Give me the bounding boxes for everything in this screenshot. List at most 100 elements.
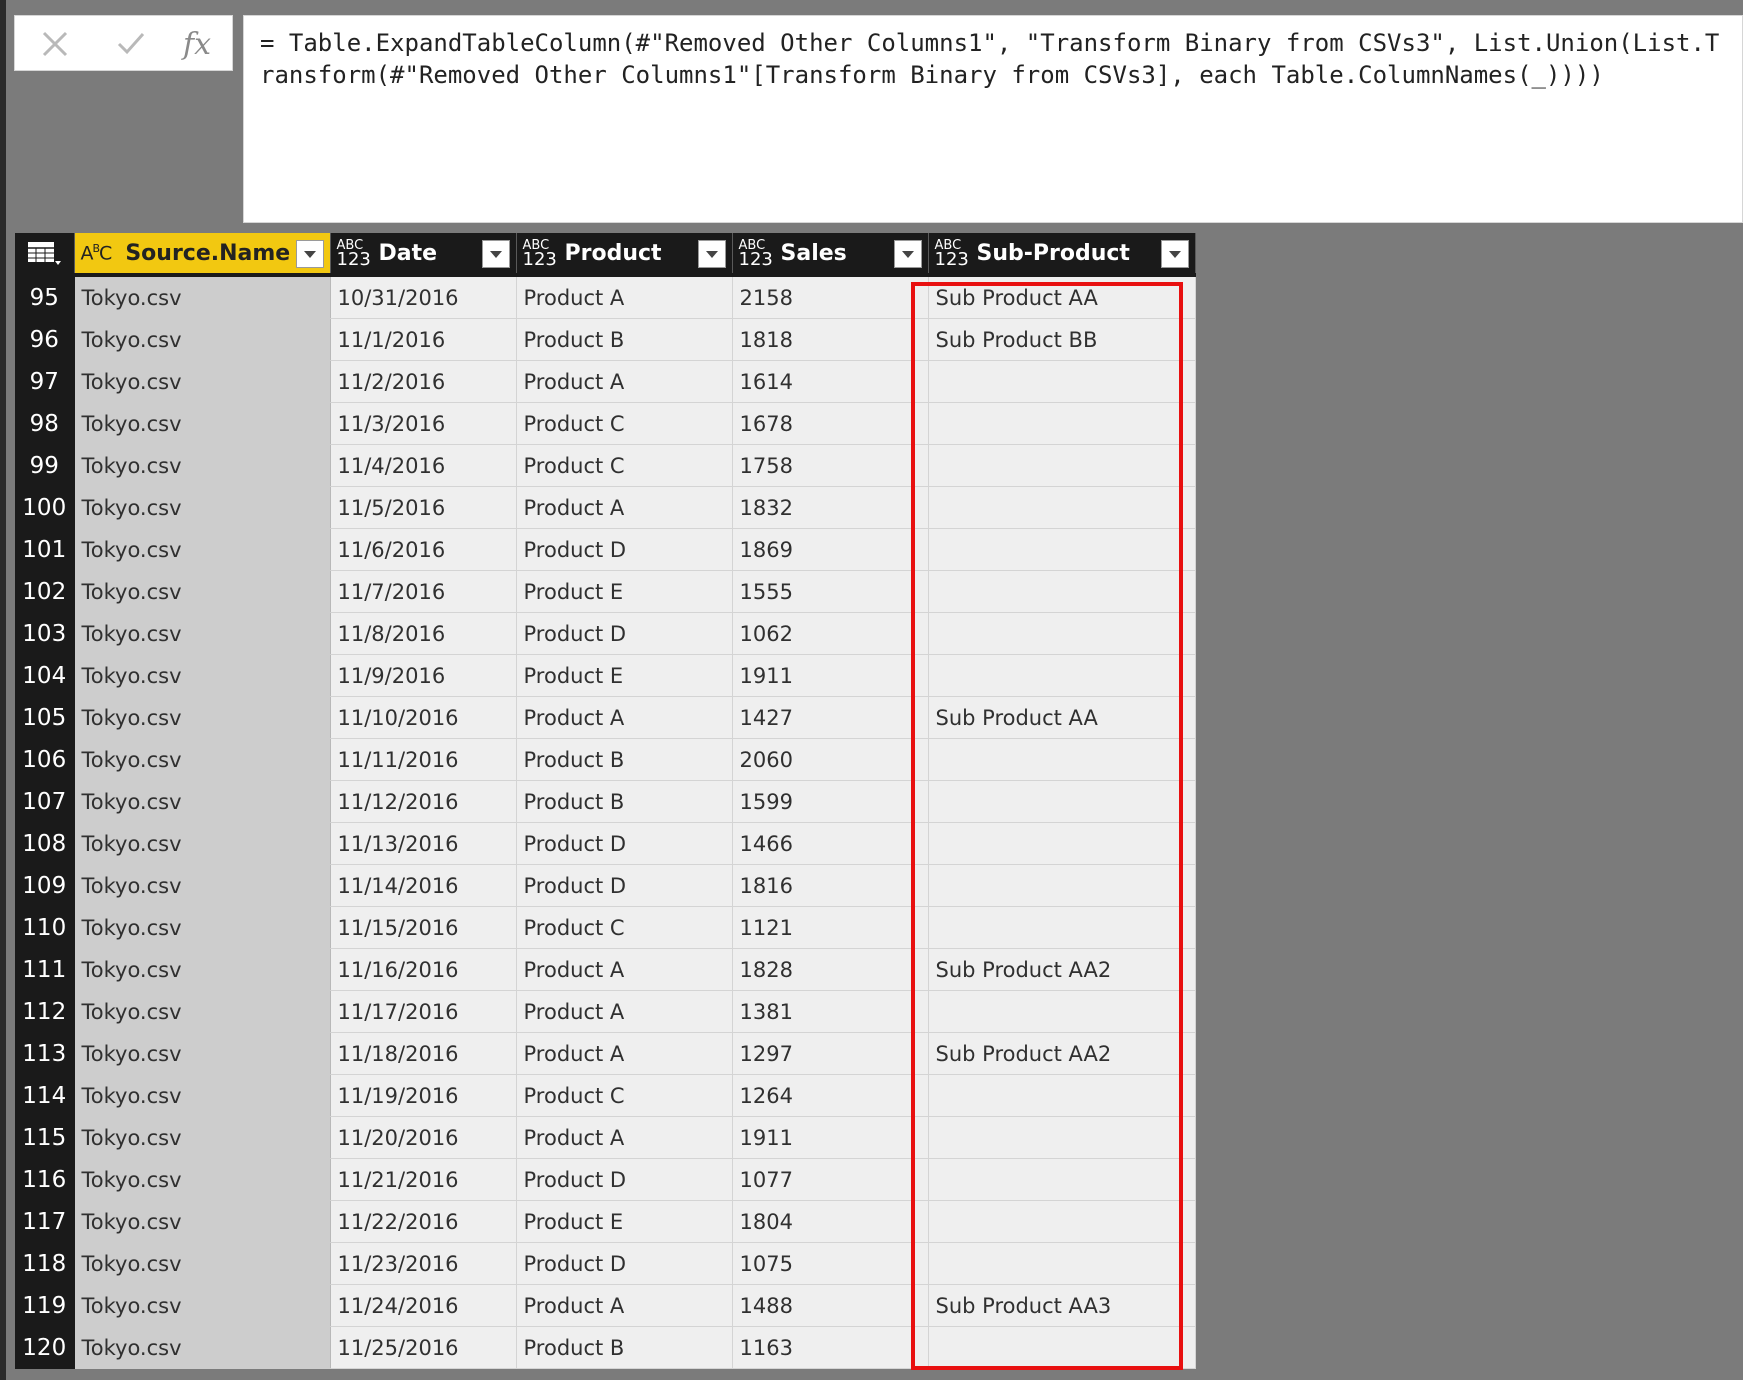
cell-source-name[interactable]: Tokyo.csv (74, 738, 331, 781)
column-header-sales[interactable]: ABC 123 Sales (732, 233, 929, 277)
cell-sub-product[interactable]: Sub Product AA3 (928, 1284, 1196, 1327)
cell-source-name[interactable]: Tokyo.csv (74, 1158, 331, 1201)
row-number[interactable]: 112 (15, 990, 75, 1033)
cell-product[interactable]: Product A (516, 360, 733, 403)
insert-function-button[interactable]: fx (177, 24, 217, 64)
row-number[interactable]: 110 (15, 906, 75, 949)
cell-date[interactable]: 11/14/2016 (330, 864, 517, 907)
cell-source-name[interactable]: Tokyo.csv (74, 1284, 331, 1327)
cell-source-name[interactable]: Tokyo.csv (74, 1326, 331, 1369)
cell-sub-product[interactable] (928, 1326, 1196, 1369)
cell-product[interactable]: Product A (516, 486, 733, 529)
row-number[interactable]: 120 (15, 1326, 75, 1369)
row-number[interactable]: 118 (15, 1242, 75, 1285)
cell-date[interactable]: 11/13/2016 (330, 822, 517, 865)
cell-product[interactable]: Product A (516, 1284, 733, 1327)
column-header-product[interactable]: ABC 123 Product (516, 233, 733, 277)
cell-source-name[interactable]: Tokyo.csv (74, 360, 331, 403)
cell-source-name[interactable]: Tokyo.csv (74, 906, 331, 949)
cell-source-name[interactable]: Tokyo.csv (74, 444, 331, 487)
cell-date[interactable]: 11/6/2016 (330, 528, 517, 571)
cell-sub-product[interactable] (928, 780, 1196, 823)
row-number[interactable]: 101 (15, 528, 75, 571)
cell-sub-product[interactable]: Sub Product AA2 (928, 1032, 1196, 1075)
column-header-sub-product[interactable]: ABC 123 Sub-Product (928, 233, 1196, 277)
cell-product[interactable]: Product C (516, 444, 733, 487)
cell-date[interactable]: 11/21/2016 (330, 1158, 517, 1201)
cell-source-name[interactable]: Tokyo.csv (74, 318, 331, 361)
cell-source-name[interactable]: Tokyo.csv (74, 1200, 331, 1243)
table-menu-button[interactable] (15, 233, 75, 277)
cell-product[interactable]: Product E (516, 654, 733, 697)
cell-source-name[interactable]: Tokyo.csv (74, 486, 331, 529)
row-number[interactable]: 102 (15, 570, 75, 613)
cell-product[interactable]: Product D (516, 612, 733, 655)
cell-source-name[interactable]: Tokyo.csv (74, 696, 331, 739)
row-number[interactable]: 116 (15, 1158, 75, 1201)
cell-sales[interactable]: 1599 (732, 780, 929, 823)
row-number[interactable]: 108 (15, 822, 75, 865)
cell-sales[interactable]: 1381 (732, 990, 929, 1033)
cell-date[interactable]: 11/17/2016 (330, 990, 517, 1033)
cell-product[interactable]: Product B (516, 780, 733, 823)
cell-date[interactable]: 11/24/2016 (330, 1284, 517, 1327)
row-number[interactable]: 115 (15, 1116, 75, 1159)
cell-sub-product[interactable] (928, 1116, 1196, 1159)
filter-dropdown-button[interactable] (1160, 240, 1189, 268)
row-number[interactable]: 111 (15, 948, 75, 991)
cell-sub-product[interactable] (928, 360, 1196, 403)
cell-sub-product[interactable] (928, 1200, 1196, 1243)
cell-sub-product[interactable]: Sub Product BB (928, 318, 1196, 361)
cell-sales[interactable]: 1818 (732, 318, 929, 361)
commit-formula-button[interactable] (111, 24, 151, 64)
cell-sales[interactable]: 1297 (732, 1032, 929, 1075)
cell-product[interactable]: Product D (516, 1242, 733, 1285)
cell-sub-product[interactable] (928, 528, 1196, 571)
filter-dropdown-button[interactable] (893, 240, 922, 268)
cell-sales[interactable]: 2060 (732, 738, 929, 781)
cell-date[interactable]: 11/7/2016 (330, 570, 517, 613)
cell-sales[interactable]: 1163 (732, 1326, 929, 1369)
cell-date[interactable]: 11/10/2016 (330, 696, 517, 739)
cell-date[interactable]: 11/4/2016 (330, 444, 517, 487)
row-number[interactable]: 105 (15, 696, 75, 739)
cell-sub-product[interactable] (928, 990, 1196, 1033)
cell-source-name[interactable]: Tokyo.csv (74, 1032, 331, 1075)
cell-sales[interactable]: 1911 (732, 1116, 929, 1159)
cell-sub-product[interactable] (928, 570, 1196, 613)
cell-date[interactable]: 11/19/2016 (330, 1074, 517, 1117)
cell-source-name[interactable]: Tokyo.csv (74, 990, 331, 1033)
cell-sub-product[interactable] (928, 612, 1196, 655)
cell-sales[interactable]: 1804 (732, 1200, 929, 1243)
row-number[interactable]: 99 (15, 444, 75, 487)
filter-dropdown-button[interactable] (295, 240, 324, 268)
cell-source-name[interactable]: Tokyo.csv (74, 570, 331, 613)
cell-date[interactable]: 11/8/2016 (330, 612, 517, 655)
cell-sales[interactable]: 1678 (732, 402, 929, 445)
cell-product[interactable]: Product A (516, 1116, 733, 1159)
cell-sub-product[interactable] (928, 1074, 1196, 1117)
cell-product[interactable]: Product D (516, 1158, 733, 1201)
cell-date[interactable]: 11/2/2016 (330, 360, 517, 403)
cell-source-name[interactable]: Tokyo.csv (74, 780, 331, 823)
cell-source-name[interactable]: Tokyo.csv (74, 275, 331, 319)
cell-product[interactable]: Product C (516, 402, 733, 445)
cell-sub-product[interactable]: Sub Product AA2 (928, 948, 1196, 991)
cell-sales[interactable]: 1466 (732, 822, 929, 865)
cell-date[interactable]: 11/20/2016 (330, 1116, 517, 1159)
cell-sales[interactable]: 1828 (732, 948, 929, 991)
cell-source-name[interactable]: Tokyo.csv (74, 948, 331, 991)
cell-product[interactable]: Product C (516, 1074, 733, 1117)
cell-sales[interactable]: 1832 (732, 486, 929, 529)
row-number[interactable]: 119 (15, 1284, 75, 1327)
cell-sub-product[interactable]: Sub Product AA (928, 696, 1196, 739)
cell-sales[interactable]: 2158 (732, 275, 929, 319)
cell-product[interactable]: Product D (516, 528, 733, 571)
filter-dropdown-button[interactable] (481, 240, 510, 268)
cell-product[interactable]: Product D (516, 822, 733, 865)
cell-date[interactable]: 11/15/2016 (330, 906, 517, 949)
row-number[interactable]: 113 (15, 1032, 75, 1075)
cell-source-name[interactable]: Tokyo.csv (74, 528, 331, 571)
cell-sub-product[interactable] (928, 444, 1196, 487)
cell-date[interactable]: 11/16/2016 (330, 948, 517, 991)
